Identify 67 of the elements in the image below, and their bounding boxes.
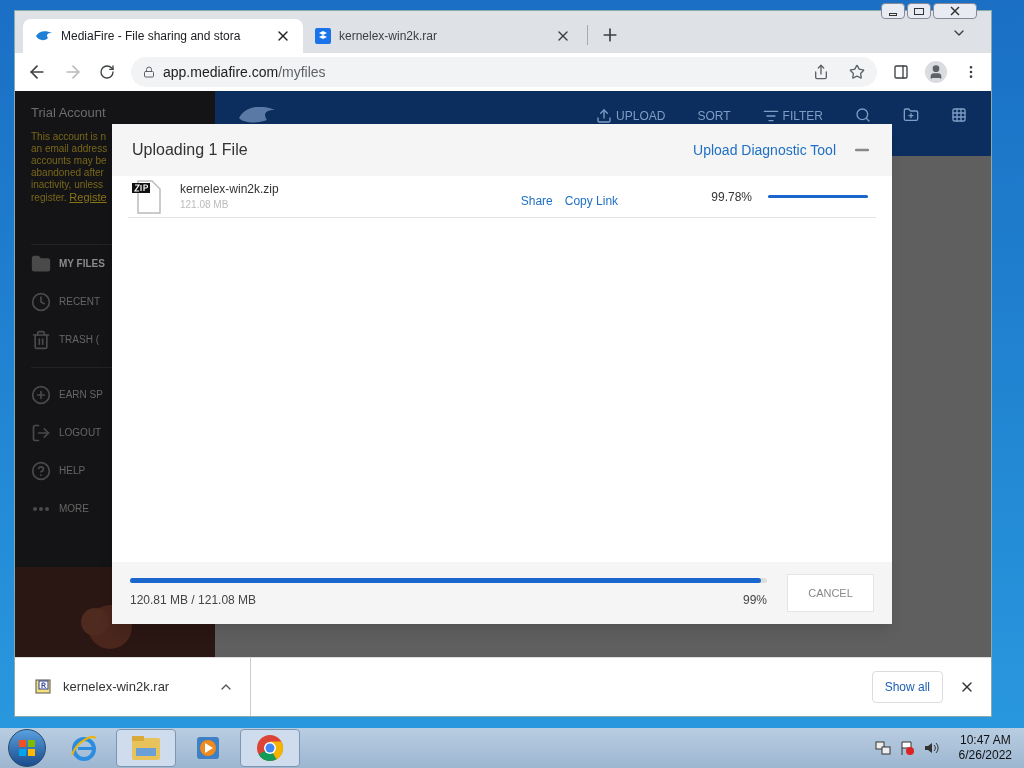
- flag-icon[interactable]: [898, 740, 915, 756]
- zip-file-icon: [132, 179, 164, 214]
- clock-date[interactable]: 6/26/2022: [958, 748, 1012, 763]
- register-link[interactable]: Registe: [69, 190, 107, 203]
- sidebar-item[interactable]: RECENT: [31, 282, 215, 321]
- speaker-icon[interactable]: [922, 740, 939, 756]
- download-file-name[interactable]: kernelex-win2k.rar: [63, 677, 170, 697]
- total-size: 120.81 MB / 121.08 MB: [130, 591, 257, 609]
- windows-logo-icon: [17, 738, 37, 758]
- show-all-button[interactable]: Show all: [871, 671, 943, 703]
- filter-icon[interactable]: [762, 108, 779, 124]
- close-window-button[interactable]: [933, 3, 977, 19]
- flame-logo-icon: [35, 30, 53, 42]
- url-text: app.mediafire.com/myfiles: [163, 62, 326, 82]
- sidebar-item[interactable]: TRASH (: [31, 320, 215, 359]
- search-icon[interactable]: [855, 107, 871, 123]
- upload-icon[interactable]: [596, 108, 613, 124]
- diagnostic-link[interactable]: Upload Diagnostic Tool: [693, 139, 836, 161]
- file-size: 121.08 MB: [180, 197, 230, 212]
- tab-title: kernelex-win2k.rar: [339, 28, 439, 45]
- account-title: Trial Account: [31, 104, 106, 122]
- clock-icon: [31, 291, 51, 312]
- folder-icon: [31, 253, 51, 274]
- address-bar[interactable]: app.mediafire.com/myfiles: [131, 57, 877, 87]
- new-folder-icon[interactable]: [903, 107, 919, 123]
- lock-icon: [143, 66, 155, 78]
- media-player-icon[interactable]: [194, 734, 222, 762]
- sidebar-item[interactable]: LOGOUT: [31, 413, 215, 452]
- filter-label[interactable]: FILTER: [782, 107, 823, 125]
- clock-time[interactable]: 10:47 AM: [959, 733, 1011, 748]
- share-link[interactable]: Share: [520, 191, 553, 210]
- plus-icon: [31, 384, 51, 405]
- tab-title: MediaFire - File sharing and stora: [61, 28, 242, 45]
- profile-icon[interactable]: [925, 61, 947, 83]
- copy-link[interactable]: Copy Link: [564, 191, 619, 210]
- star-icon[interactable]: [849, 64, 865, 80]
- file-name: kernelex-win2k.zip: [180, 181, 279, 197]
- trash-icon: [31, 329, 51, 350]
- upload-label[interactable]: UPLOAD: [616, 107, 666, 125]
- taskbar-app[interactable]: [240, 729, 300, 767]
- browser-tab[interactable]: kernelex-win2k.rar: [303, 19, 583, 53]
- side-panel-icon[interactable]: [893, 64, 909, 80]
- sidebar-item[interactable]: EARN SP: [31, 375, 215, 414]
- more-icon: [33, 506, 49, 511]
- sort-label[interactable]: SORT: [697, 107, 731, 125]
- total-percent: 99%: [742, 591, 767, 609]
- reload-icon[interactable]: [99, 64, 115, 80]
- sidebar-item[interactable]: MY FILES: [31, 244, 215, 283]
- minimize-button[interactable]: [881, 3, 905, 19]
- dialog-title: Uploading 1 File: [132, 140, 248, 160]
- flame-logo-icon: [239, 107, 275, 123]
- network-icon[interactable]: [874, 740, 891, 756]
- sidebar-item[interactable]: HELP: [31, 451, 215, 490]
- cancel-button[interactable]: CANCEL: [787, 574, 874, 612]
- browser-tab[interactable]: MediaFire - File sharing and stora: [23, 19, 303, 53]
- sidebar-item[interactable]: MORE: [31, 489, 215, 528]
- start-button[interactable]: [8, 729, 46, 767]
- share-icon[interactable]: [813, 64, 829, 80]
- grid-icon[interactable]: [951, 107, 967, 123]
- chrome-icon[interactable]: [255, 733, 285, 763]
- close-icon: [950, 6, 960, 16]
- help-icon: [31, 460, 51, 481]
- box-logo-icon: [315, 28, 331, 44]
- file-percent: 99.78%: [711, 188, 752, 206]
- logout-icon: [31, 422, 51, 443]
- archive-file-icon: [35, 679, 51, 695]
- restore-button[interactable]: [907, 3, 931, 19]
